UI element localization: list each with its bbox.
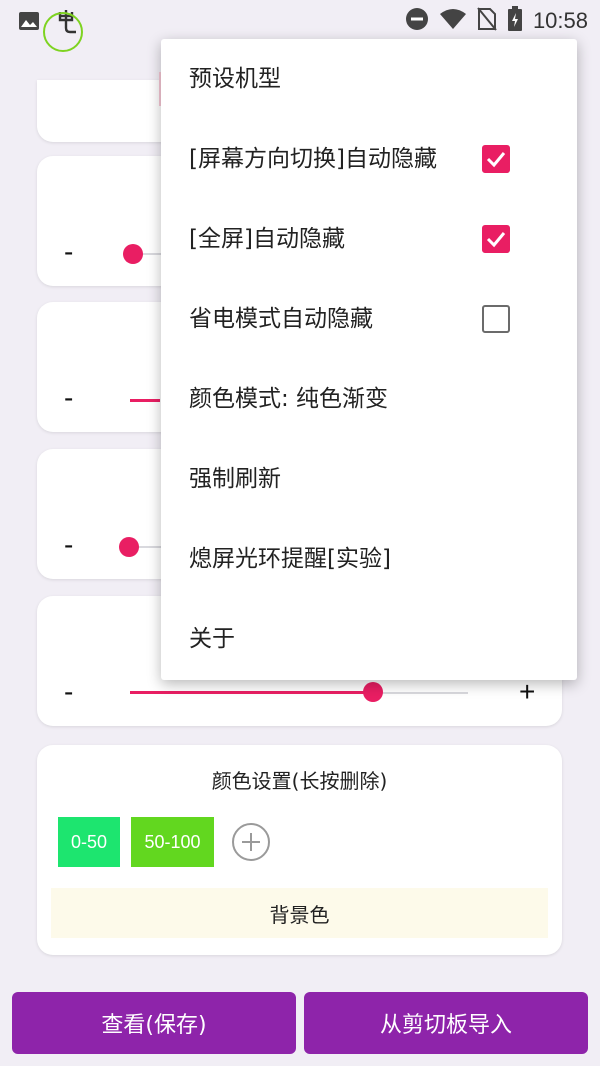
menu-item-color-mode[interactable]: 颜色模式: 纯色渐变 — [161, 359, 577, 439]
slider-thumb[interactable] — [119, 537, 139, 557]
decrease-button[interactable]: - — [64, 529, 73, 561]
checkbox-rotation-auto-hide[interactable] — [482, 145, 510, 173]
slider-fill — [130, 691, 374, 694]
menu-item-preset-model[interactable]: 预设机型 — [161, 39, 577, 119]
menu-item-label: [全屏]自动隐藏 — [189, 226, 345, 252]
color-settings-card: 颜色设置(长按删除) 0-50 50-100 背景色 — [37, 745, 562, 955]
color-range-chip[interactable]: 50-100 — [131, 817, 214, 867]
overflow-menu: 预设机型 [屏幕方向切换]自动隐藏 [全屏]自动隐藏 省电模式自动隐藏 颜色模式… — [161, 39, 577, 680]
color-range-chip[interactable]: 0-50 — [58, 817, 120, 867]
checkbox-fullscreen-auto-hide[interactable] — [482, 225, 510, 253]
decrease-button[interactable]: - — [64, 236, 73, 268]
menu-item-screen-off-ring[interactable]: 熄屏光环提醒[实验] — [161, 519, 577, 599]
wifi-icon — [439, 8, 467, 34]
increase-button[interactable]: + — [519, 676, 535, 708]
menu-item-label: 关于 — [189, 626, 235, 652]
slider-fill[interactable] — [130, 399, 160, 402]
view-save-button[interactable]: 查看(保存) — [12, 992, 296, 1054]
image-icon — [18, 11, 40, 35]
menu-item-force-refresh[interactable]: 强制刷新 — [161, 439, 577, 519]
decrease-button[interactable]: - — [64, 676, 73, 708]
menu-item-power-saving-auto-hide[interactable]: 省电模式自动隐藏 — [161, 279, 577, 359]
decrease-button[interactable]: - — [64, 382, 73, 414]
color-settings-title: 颜色设置(长按删除) — [211, 769, 388, 793]
import-clipboard-button[interactable]: 从剪切板导入 — [304, 992, 588, 1054]
status-bar: 10:58 — [0, 0, 600, 52]
clock: 10:58 — [532, 8, 588, 33]
menu-item-fullscreen-auto-hide[interactable]: [全屏]自动隐藏 — [161, 199, 577, 279]
menu-item-label: 颜色模式: 纯色渐变 — [189, 386, 389, 412]
no-sim-icon — [477, 7, 497, 35]
menu-item-label: [屏幕方向切换]自动隐藏 — [189, 146, 437, 172]
slider-thumb[interactable] — [123, 244, 143, 264]
do-not-disturb-icon — [405, 7, 429, 35]
menu-item-label: 熄屏光环提醒[实验] — [189, 546, 391, 572]
menu-item-label: 强制刷新 — [189, 466, 281, 492]
menu-item-label: 预设机型 — [189, 66, 281, 92]
menu-item-about[interactable]: 关于 — [161, 599, 577, 679]
battery-charging-icon — [507, 6, 523, 36]
add-circle-icon[interactable] — [232, 823, 270, 861]
checkbox-power-saving-auto-hide[interactable] — [482, 305, 510, 333]
background-color-button[interactable]: 背景色 — [51, 888, 548, 938]
menu-item-label: 省电模式自动隐藏 — [189, 306, 373, 332]
slider-thumb[interactable] — [363, 682, 384, 702]
app-ring-indicator — [43, 12, 83, 52]
menu-item-rotation-auto-hide[interactable]: [屏幕方向切换]自动隐藏 — [161, 119, 577, 199]
